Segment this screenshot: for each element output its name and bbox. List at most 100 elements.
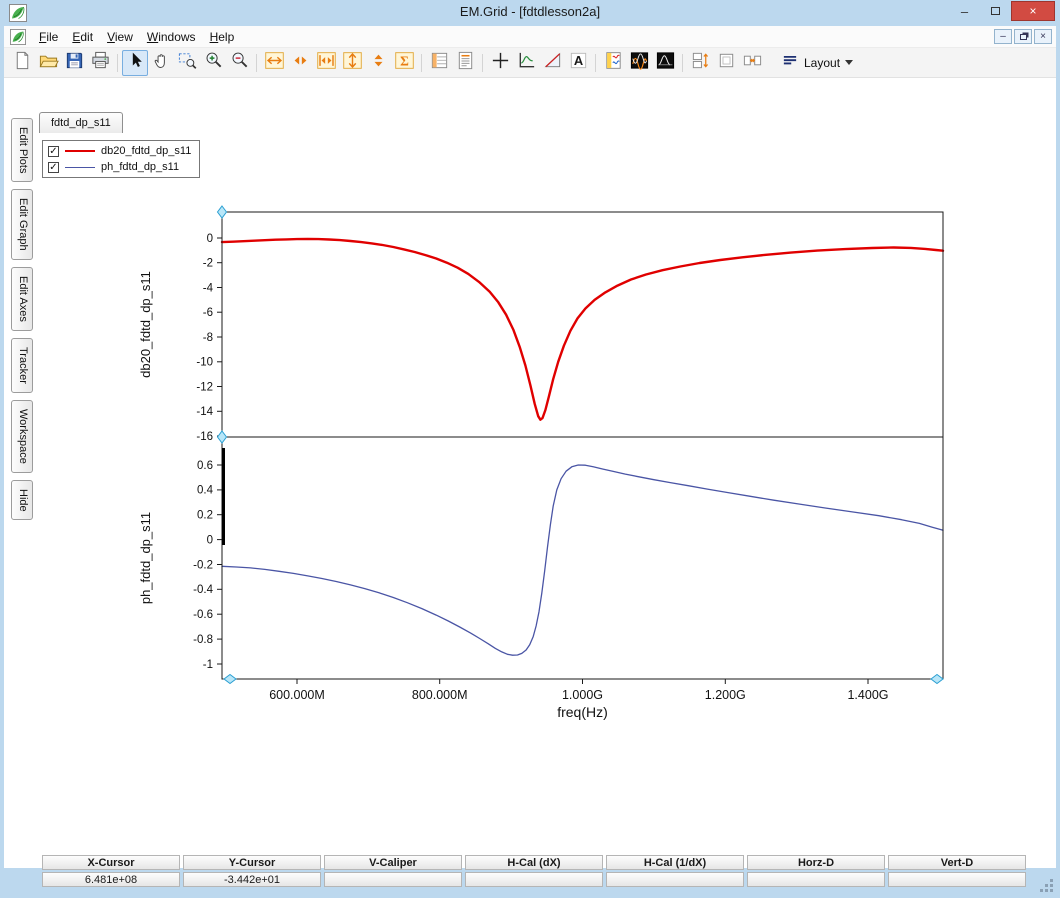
toolbar-save-button[interactable] <box>61 50 87 76</box>
fit-vertical-icon <box>342 50 363 76</box>
status-header-v-caliper: V-Caliper <box>324 855 462 870</box>
new-file-icon <box>12 50 33 76</box>
toolbar-fit-vertical-button[interactable] <box>339 50 365 76</box>
status-header-vert-d: Vert-D <box>888 855 1026 870</box>
select-arrow-icon <box>125 50 146 76</box>
sidebar-tab-edit-plots[interactable]: Edit Plots <box>11 118 33 182</box>
layout-vertical-box-icon <box>690 50 711 76</box>
sidebar-tab-edit-graph[interactable]: Edit Graph <box>11 189 33 260</box>
toolbar-separator <box>678 52 687 74</box>
sidebar-tab-edit-axes[interactable]: Edit Axes <box>11 267 33 331</box>
toolbar-new-file-button[interactable] <box>9 50 35 76</box>
toolbar-open-file-button[interactable] <box>35 50 61 76</box>
sidebar-tab-workspace[interactable]: Workspace <box>11 400 33 473</box>
document-logo-icon <box>10 29 26 45</box>
layout-box-icon <box>716 50 737 76</box>
legend-checkbox[interactable]: ✓ <box>48 146 59 157</box>
menu-bar: FileEditViewWindowsHelp – × <box>4 26 1056 48</box>
legend-checkbox[interactable]: ✓ <box>48 162 59 173</box>
toolbar-pan-up-down-button[interactable] <box>365 50 391 76</box>
toolbar-marker-slope-button[interactable] <box>539 50 565 76</box>
layout-horizontal-box-icon <box>742 50 763 76</box>
toolbar-pan-left-right-button[interactable] <box>287 50 313 76</box>
save-icon <box>64 50 85 76</box>
toolbar-zoom-region-button[interactable] <box>174 50 200 76</box>
toolbar-marker-cross-button[interactable] <box>487 50 513 76</box>
toolbar-plot-style-button[interactable] <box>600 50 626 76</box>
toolbar-text-annotation-button[interactable]: A <box>565 50 591 76</box>
window-title: EM.Grid - [fdtdlesson2a] <box>0 4 1060 19</box>
maximize-icon <box>991 7 1000 15</box>
legend-line-sample <box>65 150 95 152</box>
document-tab[interactable]: fdtd_dp_s11 <box>39 112 123 133</box>
zoom-region-icon <box>177 50 198 76</box>
app-window: EM.Grid - [fdtdlesson2a] – × FileEditVie… <box>0 0 1060 898</box>
toolbar-zoom-out-button[interactable] <box>226 50 252 76</box>
menu-edit[interactable]: Edit <box>65 27 100 47</box>
report-icon <box>455 50 476 76</box>
menu-help[interactable]: Help <box>203 27 242 47</box>
marker-slope-icon <box>542 50 563 76</box>
toolbar-marker-axes-button[interactable] <box>513 50 539 76</box>
waveform-fft-icon <box>629 50 650 76</box>
legend-label: ph_fdtd_dp_s11 <box>101 161 179 173</box>
toolbar-layout-box-button[interactable] <box>713 50 739 76</box>
plot-legend: ✓db20_fdtd_dp_s11✓ph_fdtd_dp_s11 <box>42 140 200 178</box>
limits-horizontal-icon <box>316 50 337 76</box>
mdi-minimize-button[interactable]: – <box>994 29 1012 44</box>
zoom-in-icon <box>203 50 224 76</box>
mdi-close-button[interactable]: × <box>1034 29 1052 44</box>
toolbar-separator <box>252 52 261 74</box>
toolbar-print-button[interactable] <box>87 50 113 76</box>
status-header-h-cal-dx: H-Cal (dX) <box>465 855 603 870</box>
marker-cross-icon <box>490 50 511 76</box>
pan-hand-icon <box>151 50 172 76</box>
menu-view[interactable]: View <box>100 27 140 47</box>
menu-windows[interactable]: Windows <box>140 27 203 47</box>
legend-item-db20_fdtd_dp_s11[interactable]: ✓db20_fdtd_dp_s11 <box>48 145 191 157</box>
status-value-v-caliper <box>324 872 462 887</box>
close-button[interactable]: × <box>1011 1 1055 21</box>
restore-icon <box>1020 34 1027 40</box>
open-file-icon <box>38 50 59 76</box>
toolbar-layout-vertical-box-button[interactable] <box>687 50 713 76</box>
toolbar-select-arrow-button[interactable] <box>122 50 148 76</box>
toolbar-pan-hand-button[interactable] <box>148 50 174 76</box>
minimize-button[interactable]: – <box>949 1 980 21</box>
mdi-restore-button[interactable] <box>1014 29 1032 44</box>
pan-left-right-icon <box>290 50 311 76</box>
client-area: FileEditViewWindowsHelp – × Σ A Layout Ed… <box>4 26 1056 868</box>
toolbar-waveform-fft-button[interactable] <box>626 50 652 76</box>
status-value-x-cursor: 6.481e+08 <box>42 872 180 887</box>
maximize-button[interactable] <box>980 1 1011 21</box>
sidebar-tab-tracker[interactable]: Tracker <box>11 338 33 393</box>
toolbar-layout-horizontal-box-button[interactable] <box>739 50 765 76</box>
status-header-x-cursor: X-Cursor <box>42 855 180 870</box>
side-tab-strip: Edit Plots Edit Graph Edit Axes Tracker Work… <box>11 118 33 520</box>
svg-text:A: A <box>573 52 582 67</box>
toolbar-report-button[interactable] <box>452 50 478 76</box>
toolbar-separator <box>113 52 122 74</box>
toolbar-data-table-button[interactable] <box>426 50 452 76</box>
mdi-window-controls: – × <box>994 29 1052 44</box>
status-value-h-cal-1-dx <box>606 872 744 887</box>
status-value-horz-d <box>747 872 885 887</box>
toolbar-autoscale-sigma-button[interactable]: Σ <box>391 50 417 76</box>
menu-file[interactable]: File <box>32 27 65 47</box>
toolbar-limits-horizontal-button[interactable] <box>313 50 339 76</box>
resize-grip[interactable] <box>1050 889 1053 892</box>
layout-dropdown[interactable]: Layout <box>775 50 859 75</box>
toolbar-fit-horizontal-button[interactable] <box>261 50 287 76</box>
status-header-h-cal-1-dx: H-Cal (1/dX) <box>606 855 744 870</box>
toolbar-zoom-in-button[interactable] <box>200 50 226 76</box>
toolbar-waveform-filter-button[interactable] <box>652 50 678 76</box>
marker-axes-icon <box>516 50 537 76</box>
legend-item-ph_fdtd_dp_s11[interactable]: ✓ ph_fdtd_dp_s11 <box>48 161 191 173</box>
sidebar-tab-hide[interactable]: Hide <box>11 480 33 521</box>
layout-label: Layout <box>804 56 840 70</box>
autoscale-sigma-icon: Σ <box>394 50 415 76</box>
chevron-down-icon <box>845 60 853 65</box>
status-value-y-cursor: -3.442e+01 <box>183 872 321 887</box>
zoom-out-icon <box>229 50 250 76</box>
plot-style-icon <box>603 50 624 76</box>
